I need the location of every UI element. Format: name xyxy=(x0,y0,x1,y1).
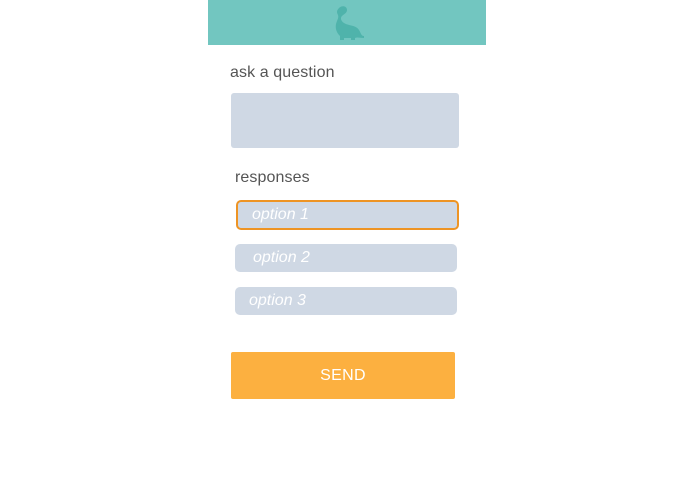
poll-composer: ask a question responses SEND xyxy=(208,0,486,494)
dinosaur-icon xyxy=(335,5,364,40)
question-input[interactable] xyxy=(231,93,459,148)
option-2-input[interactable] xyxy=(235,244,457,272)
ask-question-label: ask a question xyxy=(230,64,335,81)
option-1-input[interactable] xyxy=(236,200,459,230)
app-header xyxy=(208,0,486,45)
responses-label: responses xyxy=(235,169,310,186)
dinosaur-shape xyxy=(335,5,364,40)
option-3-input[interactable] xyxy=(235,287,457,315)
send-button[interactable]: SEND xyxy=(231,352,455,399)
